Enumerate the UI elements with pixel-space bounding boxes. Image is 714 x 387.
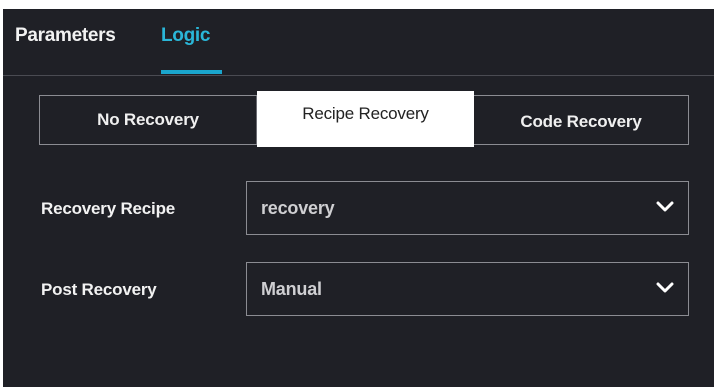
- active-tab-indicator: [161, 70, 222, 74]
- code-recovery-button[interactable]: Code Recovery: [474, 96, 688, 144]
- tab-parameters[interactable]: Parameters: [15, 25, 116, 47]
- recovery-recipe-label: Recovery Recipe: [41, 199, 176, 218]
- post-recovery-value: Manual: [261, 279, 322, 299]
- post-recovery-select[interactable]: Manual: [246, 262, 689, 316]
- logic-panel: Parameters Logic No Recovery Recipe Reco…: [3, 9, 714, 387]
- recipe-recovery-button[interactable]: Recipe Recovery: [257, 91, 474, 147]
- tab-logic[interactable]: Logic: [161, 25, 210, 47]
- chevron-down-icon: [656, 201, 674, 212]
- recovery-mode-selector: No Recovery Recipe Recovery Code Recover…: [39, 91, 689, 147]
- recovery-recipe-value: recovery: [261, 198, 335, 218]
- chevron-down-icon: [656, 282, 674, 293]
- tab-bar: Parameters Logic: [3, 9, 714, 76]
- post-recovery-label: Post Recovery: [41, 280, 157, 299]
- recovery-recipe-select[interactable]: recovery: [246, 181, 689, 235]
- no-recovery-button[interactable]: No Recovery: [40, 96, 257, 144]
